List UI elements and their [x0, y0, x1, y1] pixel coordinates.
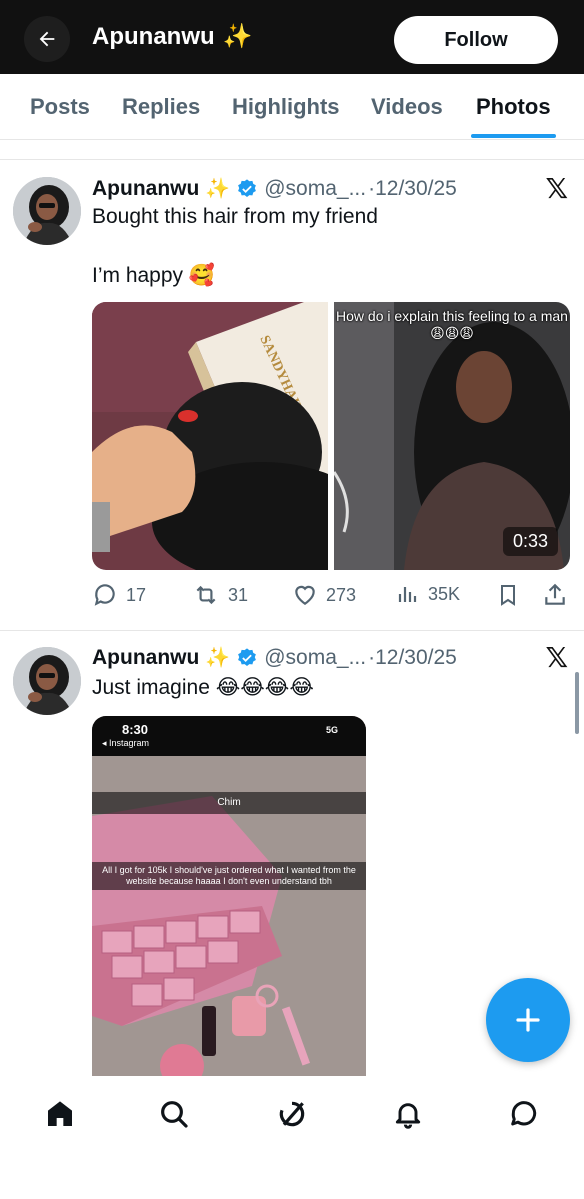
tweet-text: Just imagine 😂😂😂😂 — [92, 676, 314, 699]
nav-messages[interactable] — [504, 1094, 544, 1134]
author-handle[interactable]: @soma_... — [264, 646, 366, 670]
phone-back-label: ◂ Instagram — [102, 738, 150, 748]
nav-grok[interactable] — [272, 1094, 312, 1134]
like-count: 273 — [326, 584, 357, 605]
tab-posts[interactable]: Posts — [30, 94, 90, 120]
video-duration: 0:33 — [502, 527, 558, 556]
nav-home[interactable] — [40, 1094, 80, 1134]
profile-tabs: Posts Replies Highlights Videos Photos — [0, 74, 584, 140]
nav-notifications[interactable] — [388, 1094, 428, 1134]
x-logo-icon: 𝕏 — [545, 172, 568, 205]
repost-icon — [196, 585, 216, 605]
tweet-video[interactable]: How do i explain this feeling to a man😩😩… — [334, 302, 570, 570]
tweet[interactable]: Apunanwu ✨ @soma_... ·12/30/25 𝕏 Bought … — [0, 160, 584, 630]
search-icon — [161, 1101, 188, 1128]
grok-icon — [279, 1101, 305, 1127]
author-handle[interactable]: @soma_... — [264, 177, 366, 201]
tweet-photo[interactable]: 8:30 ◂ Instagram 5G Chim All I got for 1… — [92, 716, 366, 1076]
tweet-date[interactable]: ·12/30/25 — [368, 177, 457, 201]
tab-replies[interactable]: Replies — [122, 94, 200, 120]
reply-count: 17 — [126, 584, 147, 605]
snap-caption: All I got for 105k I should've just orde… — [92, 862, 366, 890]
share-icon — [545, 583, 565, 605]
author-name[interactable]: Apunanwu — [92, 646, 199, 670]
compose-plus-icon — [516, 1008, 540, 1032]
phone-status-bar: 8:30 ◂ Instagram 5G — [92, 716, 366, 756]
tab-videos[interactable]: Videos — [371, 94, 443, 120]
notifications-icon — [395, 1103, 421, 1129]
views-button[interactable]: 35K — [396, 582, 460, 606]
phone-signal: 5G — [325, 725, 338, 735]
nav-search[interactable] — [154, 1094, 194, 1134]
tab-highlights[interactable]: Highlights — [232, 94, 340, 120]
sparkle-icon: ✨ — [205, 647, 231, 669]
profile-name-text: Apunanwu — [92, 22, 215, 50]
verified-badge-icon — [238, 647, 257, 666]
reply-button[interactable]: 17 — [92, 582, 146, 608]
profile-name: Apunanwu ✨ — [92, 22, 253, 51]
tweet-photo[interactable]: SANDYHAIRS — [92, 302, 328, 570]
tweet-header: Apunanwu ✨ @soma_... ·12/30/25 — [92, 176, 457, 201]
like-button[interactable]: 273 — [292, 582, 356, 608]
tweet-header: Apunanwu ✨ @soma_... ·12/30/25 — [92, 645, 457, 670]
share-button[interactable] — [542, 582, 568, 608]
bookmark-icon — [501, 585, 515, 606]
compose-button[interactable] — [486, 978, 570, 1062]
bottom-navigation — [0, 1076, 584, 1199]
views-icon — [398, 587, 417, 602]
avatar[interactable] — [13, 647, 81, 715]
back-arrow-icon — [39, 31, 55, 47]
views-count: 35K — [428, 583, 461, 604]
back-button[interactable] — [24, 16, 70, 62]
video-caption: How do i explain this feeling to a man😩😩… — [336, 308, 568, 341]
x-logo-icon: 𝕏 — [545, 641, 568, 674]
messages-icon — [511, 1101, 537, 1126]
follow-button[interactable]: Follow — [394, 16, 558, 64]
tweet-text: I’m happy 🥰 — [92, 264, 216, 287]
scrollbar[interactable] — [575, 672, 579, 734]
profile-header: Apunanwu ✨ Follow — [0, 0, 584, 74]
author-name[interactable]: Apunanwu — [92, 177, 199, 201]
tab-photos[interactable]: Photos — [476, 94, 551, 120]
sparkle-icon: ✨ — [205, 178, 231, 200]
home-icon — [48, 1101, 72, 1126]
tweet-actions: 17 31 273 35K — [92, 582, 572, 612]
tweet-date[interactable]: ·12/30/25 — [368, 646, 457, 670]
verified-badge-icon — [238, 178, 257, 197]
snap-name: Chim — [92, 792, 366, 814]
bookmark-button[interactable] — [496, 582, 520, 608]
tweet-text: Bought this hair from my friend — [92, 205, 378, 228]
phone-time: 8:30 — [122, 722, 149, 737]
reply-icon — [94, 584, 115, 606]
active-tab-indicator — [471, 134, 556, 138]
sparkle-icon: ✨ — [222, 23, 253, 50]
repost-count: 31 — [228, 584, 249, 605]
repost-button[interactable]: 31 — [192, 582, 248, 608]
like-icon — [295, 585, 315, 605]
avatar[interactable] — [13, 177, 81, 245]
